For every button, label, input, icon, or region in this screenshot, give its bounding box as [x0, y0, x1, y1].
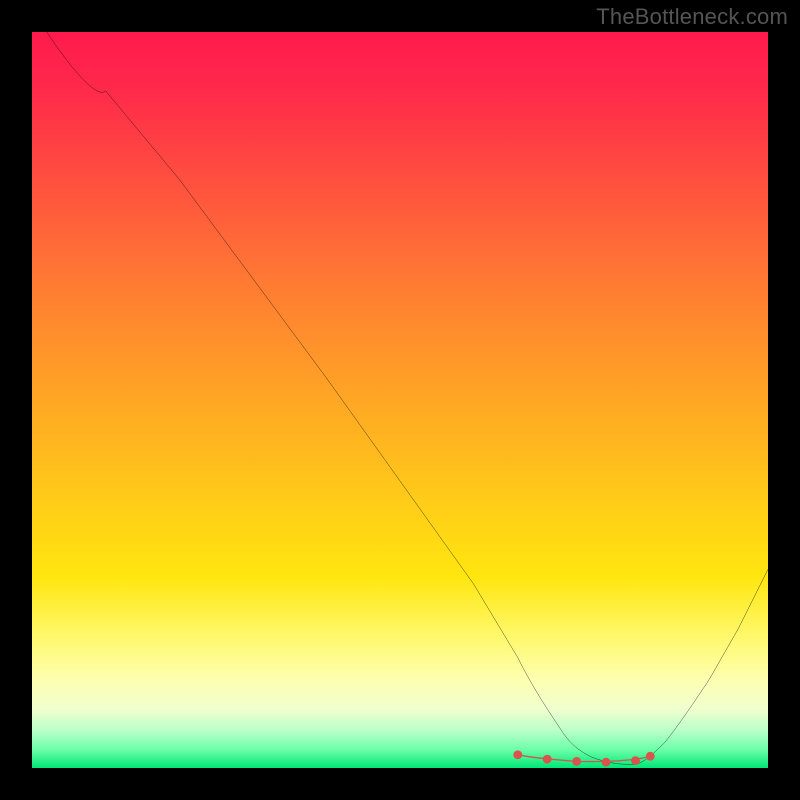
chart-frame: TheBottleneck.com [0, 0, 800, 800]
watermark-text: TheBottleneck.com [596, 4, 788, 30]
highlight-dot [631, 756, 640, 765]
plot-area [32, 32, 768, 768]
highlight-band [518, 755, 650, 762]
highlight-dot [513, 750, 522, 759]
bottleneck-curve [47, 32, 768, 764]
highlight-dot [602, 758, 611, 767]
highlight-dot [543, 755, 552, 764]
highlight-dot [572, 757, 581, 766]
chart-lines-svg [32, 32, 768, 768]
highlight-dot [646, 752, 655, 761]
